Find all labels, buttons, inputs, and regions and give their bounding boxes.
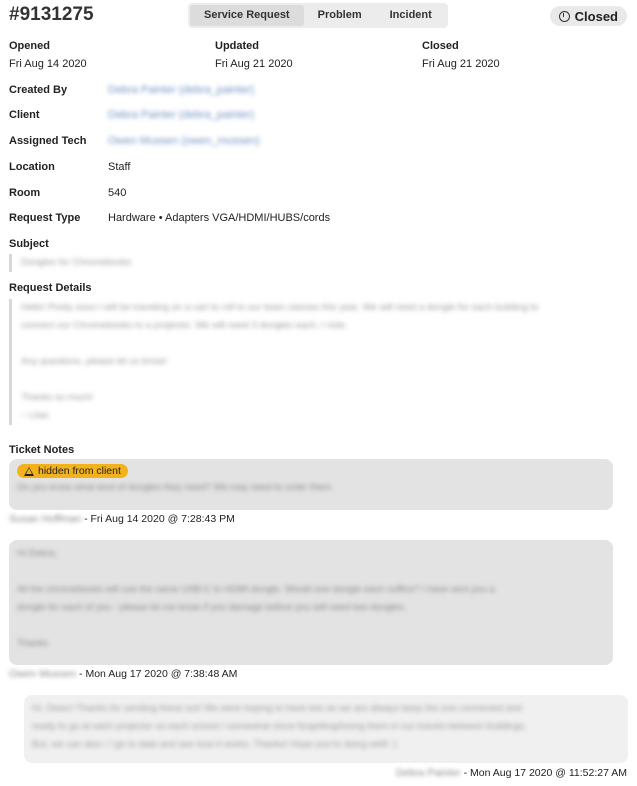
location-label: Location	[9, 161, 55, 173]
tab-incident[interactable]: Incident	[376, 5, 446, 26]
assigned-tech-link[interactable]: Owen Mussen (owen_mussen)	[108, 135, 260, 147]
note-author: Debra Painter	[395, 767, 461, 779]
details-line: connect our Chromebooks to a projector. …	[21, 320, 348, 331]
created-by-link[interactable]: Debra Painter (debra_painter)	[108, 84, 254, 96]
opened-value: Fri Aug 14 2020	[9, 58, 87, 70]
note-text: Hi, Owen! Thanks for sending these out! …	[32, 703, 522, 714]
location-value: Staff	[108, 161, 131, 173]
request-details-label: Request Details	[9, 282, 92, 294]
client-label: Client	[9, 109, 40, 121]
details-line: ~ Lilas	[21, 410, 49, 421]
details-line: Hello! Pretty soon I will be traveling o…	[21, 302, 539, 313]
note-timestamp: - Mon Aug 17 2020 @ 7:38:48 AM	[79, 668, 238, 680]
ticket-notes-label: Ticket Notes	[9, 444, 75, 456]
ticket-note: Hi Debra, All the chromebooks will use t…	[9, 540, 613, 665]
ticket-number: #9131275	[9, 4, 94, 25]
note-author: Susan Hoffman	[9, 513, 82, 525]
opened-label: Opened	[9, 40, 50, 52]
field-request-type: Request Type Hardware • Adapters VGA/HDM…	[9, 212, 330, 224]
closed-label: Closed	[422, 40, 459, 52]
note-meta: Debra Painter - Mon Aug 17 2020 @ 11:52:…	[396, 767, 627, 779]
note-text: dongle for each of you - please let me k…	[17, 602, 407, 613]
updated-label: Updated	[215, 40, 259, 52]
note-meta: Owen Mussen - Mon Aug 17 2020 @ 7:38:48 …	[9, 668, 237, 680]
note-text: All the chromebooks will use the same US…	[17, 584, 495, 595]
status-badge: Closed	[549, 6, 627, 26]
tab-service-request[interactable]: Service Request	[190, 5, 304, 26]
ticket-note-reply: Hi, Owen! Thanks for sending these out! …	[24, 695, 628, 763]
request-type-tabs: Service Request Problem Incident	[188, 3, 448, 28]
ticket-note: hidden from client Do you know what kind…	[9, 459, 613, 510]
hidden-from-client-badge: hidden from client	[17, 464, 128, 478]
updated-date: Updated Fri Aug 21 2020	[215, 40, 293, 70]
status-label: Closed	[574, 8, 618, 24]
note-meta: Susan Hoffman - Fri Aug 14 2020 @ 7:28:4…	[9, 513, 235, 525]
info-circle-icon	[558, 10, 570, 22]
room-value: 540	[108, 187, 127, 199]
closed-value: Fri Aug 21 2020	[422, 58, 500, 70]
note-timestamp: - Mon Aug 17 2020 @ 11:52:27 AM	[463, 767, 627, 779]
hidden-from-client-label: hidden from client	[38, 465, 121, 477]
tab-problem[interactable]: Problem	[304, 5, 376, 26]
opened-date: Opened Fri Aug 14 2020	[9, 40, 87, 70]
note-timestamp: - Fri Aug 14 2020 @ 7:28:43 PM	[84, 513, 235, 525]
note-text: But, we can also / I go to date and see …	[32, 739, 397, 750]
note-author: Owen Mussen	[9, 668, 77, 680]
updated-value: Fri Aug 21 2020	[215, 58, 293, 70]
field-assigned-tech: Assigned Tech Owen Mussen (owen_mussen)	[9, 135, 260, 147]
warning-icon	[24, 466, 34, 476]
note-text: Do you know what kind of dongles they ne…	[17, 481, 334, 493]
subject-label: Subject	[9, 238, 49, 250]
details-line: Thanks so much!	[21, 392, 94, 403]
request-type-label: Request Type	[9, 212, 81, 224]
closed-date: Closed Fri Aug 21 2020	[422, 40, 500, 70]
request-details-quote: Hello! Pretty soon I will be traveling o…	[9, 299, 624, 425]
subject-quote: Dongles for Chromebooks	[9, 254, 131, 272]
note-text: ready to go at each projector so each sc…	[32, 721, 527, 732]
note-text: Hi Debra,	[17, 548, 58, 559]
created-by-label: Created By	[9, 84, 68, 96]
room-label: Room	[9, 187, 41, 199]
note-text: Thanks	[17, 638, 49, 649]
field-client: Client Debra Painter (debra_painter)	[9, 109, 254, 121]
assigned-tech-label: Assigned Tech	[9, 135, 87, 147]
field-room: Room 540	[9, 187, 126, 199]
field-location: Location Staff	[9, 161, 130, 173]
subject-text: Dongles for Chromebooks	[21, 257, 132, 268]
request-type-value: Hardware • Adapters VGA/HDMI/HUBS/cords	[108, 212, 331, 224]
field-created-by: Created By Debra Painter (debra_painter)	[9, 84, 254, 96]
client-link[interactable]: Debra Painter (debra_painter)	[108, 109, 254, 121]
details-line: Any questions, please let us know!	[21, 356, 167, 367]
